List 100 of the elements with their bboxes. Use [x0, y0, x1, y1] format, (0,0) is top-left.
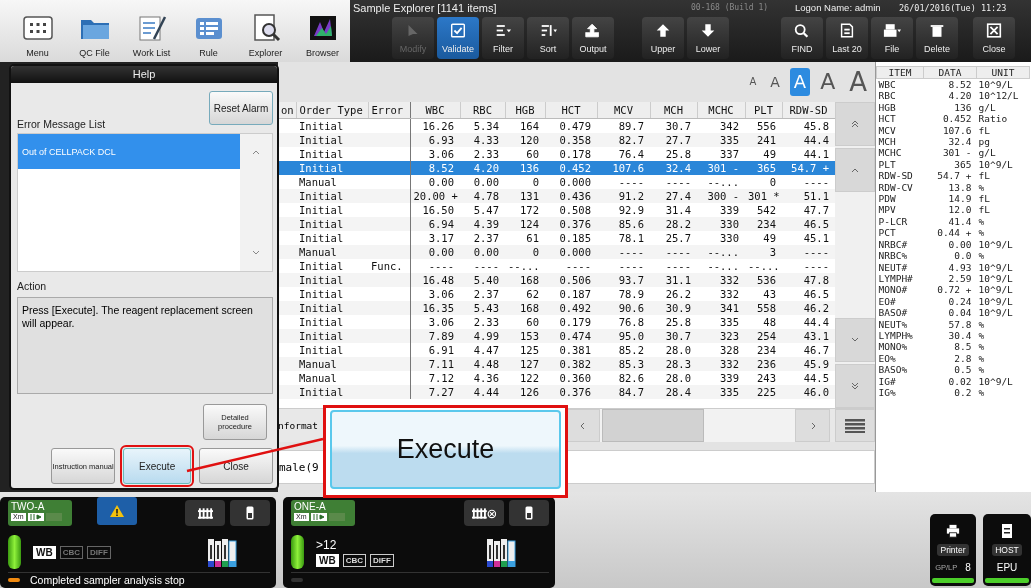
table-cell: 48 — [745, 315, 782, 329]
table-cell: 254 — [745, 329, 782, 343]
double-arrow-up-icon — [851, 120, 859, 128]
table-cell-text: 365 — [953, 158, 973, 171]
table-cell-text: MONO% — [877, 341, 909, 353]
reagent-bottles-icon — [487, 537, 519, 567]
table-cell: 7.12 — [410, 371, 460, 385]
toolbar-button[interactable]: Explorer — [238, 0, 293, 62]
table-cell-text: 4.93 — [947, 261, 973, 273]
table-cell: 8.52 — [410, 161, 460, 175]
table-cell: 45.9 — [782, 357, 835, 371]
table-cell-text: 10^12/L — [977, 90, 1020, 102]
warning-button[interactable] — [97, 497, 137, 525]
table-cell: 328 — [697, 343, 745, 357]
table-row[interactable]: Manual 7.11 4.48 127 0.382 85.3 28.3 332 236 45.9 — [278, 357, 835, 371]
table-row[interactable]: Initial 7.27 4.44 126 0.376 84.7 28.4 335 225 46.0 — [278, 385, 835, 399]
table-row[interactable]: Initial 7.89 4.99 153 0.474 95.0 30.7 323 254 43.1 — [278, 329, 835, 343]
table-cell-text: 10^9/L — [977, 261, 1014, 273]
reset-alarm-button[interactable]: Reset Alarm — [209, 91, 273, 125]
column-header[interactable]: HCT — [545, 102, 597, 119]
toolbar-button[interactable]: Output — [572, 17, 614, 59]
table-cell: 16.26 — [410, 118, 460, 133]
tube-button[interactable] — [230, 500, 270, 526]
toolbar-button[interactable]: Work List — [124, 0, 179, 62]
font-size-button[interactable]: A — [816, 68, 840, 96]
tube-button[interactable] — [509, 500, 549, 526]
table-cell: 136 — [505, 161, 545, 175]
column-header[interactable]: RBC — [460, 102, 505, 119]
table-cell: 16.48 — [410, 273, 460, 287]
table-row[interactable]: Initial 16.48 5.40 168 0.506 93.7 31.1 332 536 47.8 — [278, 273, 835, 287]
toolbar-button[interactable]: Last 20 — [826, 17, 868, 59]
table-cell: 4.44 — [460, 385, 505, 399]
table-cell-text: 30.4 — [947, 329, 973, 342]
table-cell: 2.37 — [460, 231, 505, 245]
status-message: Completed sampler analysis stop — [30, 574, 185, 586]
rack-button[interactable] — [464, 500, 504, 526]
toolbar-button[interactable]: Sort — [527, 17, 569, 59]
table-cell: 76.4 — [597, 147, 650, 161]
table-cell: 46.2 — [782, 301, 835, 315]
table-row[interactable]: Manual 0.00 0.00 0 0.000 ---- ---- --... 3 ---- — [278, 245, 835, 259]
mode-tag: CBC — [59, 545, 83, 559]
table-row[interactable]: Initial 8.52 4.20 136 0.452 107.6 32.4 301 - 365 54.7 + — [278, 161, 835, 175]
scroll-thumb[interactable] — [602, 409, 704, 442]
table-cell-text: 32.4 — [947, 136, 973, 148]
table-cell: 30.7 — [650, 329, 697, 343]
rack-button[interactable] — [185, 500, 225, 526]
table-cell: 85.2 — [597, 343, 650, 357]
tube-indicator — [8, 535, 21, 569]
table-cell-text: LYMPH# — [877, 272, 914, 285]
toolbar-button[interactable]: Rule — [181, 0, 236, 62]
table-cell: 46.5 — [782, 287, 835, 301]
table-cell-text: 10^9/L — [977, 158, 1014, 171]
column-header[interactable]: MCV — [597, 102, 650, 119]
table-cell: Initial — [296, 259, 368, 273]
device-tile[interactable]: HOST EPU — [983, 514, 1031, 586]
printer-icon — [946, 524, 960, 538]
table-row[interactable]: Initial 6.93 4.33 120 0.358 82.7 27.7 335 241 44.4 — [278, 133, 835, 147]
table-cell-text: 10^9/L — [977, 284, 1014, 296]
toolbar-button[interactable]: Close — [973, 17, 1015, 59]
font-size-button[interactable]: A — [789, 68, 811, 96]
menu-button[interactable] — [835, 409, 875, 442]
column-header[interactable]: PLT — [745, 102, 782, 119]
table-cell: 2.37 — [460, 287, 505, 301]
column-header[interactable]: Error — [368, 102, 410, 119]
toolbar-button[interactable]: Upper — [642, 17, 684, 59]
table-cell: 85.3 — [597, 357, 650, 371]
toolbar-button[interactable]: FIND — [781, 17, 823, 59]
column-header[interactable]: Order Type — [296, 102, 368, 119]
table-row[interactable]: Initial 16.35 5.43 168 0.492 90.6 30.9 341 558 46.2 — [278, 301, 835, 315]
table-cell: 0.376 — [545, 385, 597, 399]
toolbar-button[interactable]: Lower — [687, 17, 729, 59]
server-icon — [1000, 524, 1014, 538]
column-header[interactable]: RDW-SD — [782, 102, 835, 119]
toolbar-button[interactable]: Menu — [10, 0, 65, 62]
table-cell: Initial — [296, 315, 368, 329]
font-size-button[interactable]: A — [845, 68, 871, 96]
table-cell-text: 8.5 — [953, 341, 973, 353]
toolbar-button[interactable]: File — [871, 17, 913, 59]
column-header[interactable]: WBC — [410, 102, 460, 119]
toolbar-button[interactable]: Browser — [295, 0, 350, 62]
table-row[interactable]: Initial 6.94 4.39 124 0.376 85.6 28.2 330 234 46.5 — [278, 217, 835, 231]
toolbar-button[interactable]: Filter — [482, 17, 524, 59]
table-cell: 2.33 — [460, 315, 505, 329]
table-cell: 0.000 — [545, 175, 597, 189]
dialog-button[interactable]: Close — [199, 448, 273, 484]
dialog-button[interactable]: Execute — [123, 448, 192, 484]
font-size-button[interactable]: A — [766, 68, 784, 96]
column-header[interactable]: MCH — [650, 102, 697, 119]
table-cell: 76.8 — [597, 315, 650, 329]
tube-icon — [525, 506, 533, 520]
toolbar-button[interactable]: Validate — [437, 17, 479, 59]
toolbar-button[interactable]: Delete — [916, 17, 958, 59]
tab-label[interactable]: nformat — [278, 420, 319, 431]
table-cell: 2.33 — [460, 147, 505, 161]
toolbar-button[interactable]: QC File — [67, 0, 122, 62]
table-row[interactable]: Initial 20.00 + 4.78 131 0.436 91.2 27.4 300 - 301 * 51.1 — [278, 189, 835, 203]
column-header[interactable]: MCHC — [697, 102, 745, 119]
column-header[interactable]: HGB — [505, 102, 545, 119]
table-cell: 122 — [505, 371, 545, 385]
font-size-button[interactable]: A — [745, 68, 761, 96]
